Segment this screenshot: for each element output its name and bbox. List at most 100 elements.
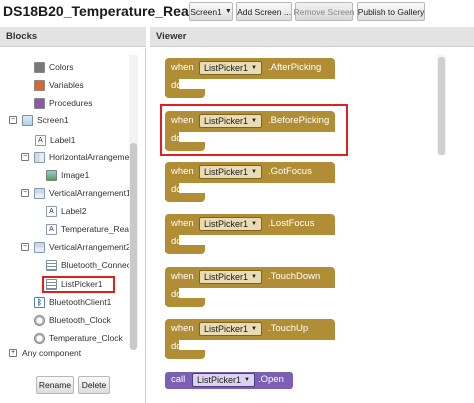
tree-item-procedures[interactable]: Procedures <box>34 95 92 111</box>
label-component-icon: A <box>46 223 57 235</box>
chevron-down-icon: ▼ <box>244 377 250 383</box>
tree-item-verticalarrangement2[interactable]: VerticalArrangement2 <box>34 239 131 255</box>
procedures-category-icon <box>34 97 45 109</box>
vertical-arrangement-icon <box>34 187 45 199</box>
event-name: .AfterPicking <box>268 62 322 73</box>
top-bar: DS18B20_Temperature_Readings Screen1 ▼ A… <box>0 0 474 25</box>
chevron-down-icon: ▼ <box>224 8 232 15</box>
chevron-down-icon: ▼ <box>251 221 257 227</box>
when-keyword: when <box>171 218 194 229</box>
colors-category-icon <box>34 61 45 73</box>
event-name: .GotFocus <box>268 166 312 177</box>
tree-item-image1[interactable]: Image1 <box>46 167 89 183</box>
expand-any-component-toggle[interactable]: + <box>9 349 17 357</box>
event-name: .LostFocus <box>268 218 315 229</box>
collapse-verticalarrangement1-toggle[interactable]: − <box>21 189 29 197</box>
component-dropdown[interactable]: ListPicker1 ▼ <box>199 61 262 75</box>
tree-item-label2[interactable]: A Label2 <box>46 203 87 219</box>
viewer-panel-title: Viewer <box>156 31 187 42</box>
collapse-horizontalarrangement-toggle[interactable]: − <box>21 153 29 161</box>
vertical-arrangement-icon <box>34 241 45 253</box>
do-keyword: do <box>171 289 182 300</box>
remove-screen-button[interactable]: Remove Screen <box>294 2 354 21</box>
method-name: .Open <box>258 374 284 385</box>
component-dropdown[interactable]: ListPicker1 ▼ <box>192 373 255 387</box>
chevron-down-icon: ▼ <box>251 65 257 71</box>
event-block-gotfocus[interactable]: when ListPicker1 ▼ .GotFocus do <box>165 162 335 202</box>
screen-select-label: Screen1 <box>190 6 222 17</box>
tree-item-bluetooth-clock[interactable]: Bluetooth_Clock <box>34 312 111 328</box>
event-block-touchdown[interactable]: when ListPicker1 ▼ .TouchDown do <box>165 267 335 307</box>
tree-item-label: Image1 <box>61 170 90 180</box>
tree-item-label: BluetoothClient1 <box>49 297 112 307</box>
beforepicking-highlight-box <box>160 104 348 156</box>
tree-item-label: Colors <box>49 62 74 72</box>
chevron-down-icon: ▼ <box>251 169 257 175</box>
horizontal-arrangement-icon <box>34 151 45 163</box>
chevron-down-icon: ▼ <box>251 274 257 280</box>
tree-item-temperature-clock[interactable]: Temperature_Clock <box>34 330 123 346</box>
rename-button[interactable]: Rename <box>36 376 74 394</box>
label-component-icon: A <box>46 205 57 217</box>
call-keyword: call <box>171 374 186 385</box>
listpicker1-highlight-box <box>42 276 115 293</box>
do-keyword: do <box>171 236 182 247</box>
tree-item-label: Temperature_Readi <box>61 224 136 234</box>
tree-item-bluetoothclient1[interactable]: ᛒ BluetoothClient1 <box>34 294 111 310</box>
variables-category-icon <box>34 79 45 91</box>
blocks-panel-header: Blocks <box>0 27 146 47</box>
tree-item-label1[interactable]: A Label1 <box>35 132 76 148</box>
do-keyword: do <box>171 80 182 91</box>
tree-item-label: Procedures <box>49 98 93 108</box>
collapse-screen1-toggle[interactable]: − <box>9 116 17 124</box>
tree-item-label: Variables <box>49 80 84 90</box>
collapse-verticalarrangement2-toggle[interactable]: − <box>21 243 29 251</box>
component-dropdown[interactable]: ListPicker1 ▼ <box>199 322 262 336</box>
tree-item-bluetooth-connect[interactable]: Bluetooth_Connecti <box>46 257 135 273</box>
tree-item-label: Label1 <box>50 135 76 145</box>
tree-item-temperature-readings[interactable]: A Temperature_Readi <box>46 221 136 237</box>
listpicker-component-icon <box>46 259 57 271</box>
tree-item-label: Label2 <box>61 206 87 216</box>
when-keyword: when <box>171 323 194 334</box>
event-block-afterpicking[interactable]: when ListPicker1 ▼ .AfterPicking do <box>165 58 335 98</box>
tree-item-verticalarrangement1[interactable]: VerticalArrangement1 <box>34 185 131 201</box>
component-dropdown[interactable]: ListPicker1 ▼ <box>199 165 262 179</box>
add-screen-button[interactable]: Add Screen ... <box>236 2 292 21</box>
event-block-touchup[interactable]: when ListPicker1 ▼ .TouchUp do <box>165 319 335 359</box>
clock-icon <box>34 332 45 344</box>
tree-scrollbar-thumb[interactable] <box>130 143 137 350</box>
event-name: .TouchUp <box>268 323 309 334</box>
component-dropdown[interactable]: ListPicker1 ▼ <box>199 270 262 284</box>
tree-item-any-component[interactable]: Any component <box>22 345 81 361</box>
tree-item-label: Screen1 <box>37 115 69 125</box>
viewer-panel-header: Viewer <box>150 27 474 47</box>
chevron-down-icon: ▼ <box>251 326 257 332</box>
tree-item-horizontalarrangement[interactable]: HorizontalArrangement <box>34 149 136 165</box>
tree-item-label: Bluetooth_Clock <box>49 315 111 325</box>
do-keyword: do <box>171 184 182 195</box>
screen-select-dropdown[interactable]: Screen1 ▼ <box>189 2 233 21</box>
tree-item-label: HorizontalArrangement <box>49 152 137 162</box>
tree-item-label: Bluetooth_Connecti <box>61 260 136 270</box>
tree-item-screen1[interactable]: Screen1 <box>22 112 69 128</box>
tree-item-label: Any component <box>22 348 82 358</box>
when-keyword: when <box>171 166 194 177</box>
component-dropdown[interactable]: ListPicker1 ▼ <box>199 217 262 231</box>
tree-item-colors[interactable]: Colors <box>34 59 74 75</box>
when-keyword: when <box>171 271 194 282</box>
tree-item-label: VerticalArrangement2 <box>49 242 131 252</box>
blocks-panel-title: Blocks <box>6 31 38 42</box>
do-keyword: do <box>171 341 182 352</box>
tree-item-label: Temperature_Clock <box>49 333 123 343</box>
image-component-icon <box>46 169 57 181</box>
call-block-open[interactable]: call ListPicker1 ▼ .Open <box>165 372 293 389</box>
publish-to-gallery-button[interactable]: Publish to Gallery <box>357 2 425 21</box>
tree-item-variables[interactable]: Variables <box>34 77 84 93</box>
delete-button[interactable]: Delete <box>78 376 110 394</box>
when-keyword: when <box>171 62 194 73</box>
viewer-scrollbar-thumb[interactable] <box>438 57 445 155</box>
clock-icon <box>34 314 45 326</box>
event-block-lostfocus[interactable]: when ListPicker1 ▼ .LostFocus do <box>165 214 335 254</box>
label-component-icon: A <box>35 134 46 146</box>
